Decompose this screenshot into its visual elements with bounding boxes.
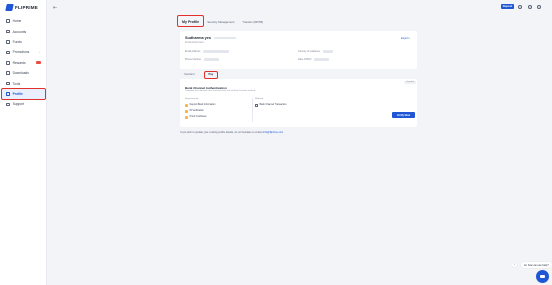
- requirement-label: Deposit Bank Information: [189, 104, 216, 107]
- sidebar-item-label: Accounts: [12, 29, 27, 34]
- sidebar-item-label: Profile: [12, 91, 23, 96]
- methods-heading: Methods: [255, 98, 264, 100]
- support-email-link[interactable]: info@fliprime.com: [263, 131, 283, 134]
- home-icon: [6, 19, 10, 23]
- redacted-dob: [314, 58, 330, 61]
- logo-text: FLIPRIME: [15, 5, 39, 10]
- sidebar-item-accounts[interactable]: Accounts: [2, 26, 45, 36]
- requirement-label: Proof of Address: [189, 116, 207, 119]
- gift-icon: [6, 50, 10, 55]
- sidebar-item-support[interactable]: Support: [2, 99, 45, 109]
- deposit-button[interactable]: Deposit: [501, 4, 514, 9]
- tools-icon: [6, 81, 10, 86]
- sidebar-item-label: Home: [12, 19, 22, 24]
- top-bar: Deposit: [47, 0, 552, 14]
- account-type: Personal Account: [185, 41, 204, 44]
- phone-field: Phone Number: [185, 58, 220, 61]
- column-divider: [252, 98, 253, 122]
- subtab-standard[interactable]: Standard: [180, 72, 199, 78]
- sidebar-item-promotions[interactable]: Promotions ›: [2, 47, 45, 57]
- sidebar-item-profile[interactable]: Profile: [1, 87, 46, 101]
- redacted-email: [203, 50, 230, 53]
- chat-close-icon[interactable]: ×: [512, 262, 517, 267]
- bank-icon: [255, 104, 258, 107]
- tab-transfer[interactable]: Transfer (IBT/IB): [238, 16, 267, 26]
- logo-mark-icon: [5, 4, 14, 11]
- pending-status-icon: [185, 116, 188, 119]
- sidebar-item-label: Tools: [12, 81, 21, 86]
- redacted-phone: [204, 58, 220, 61]
- account-avatar-icon[interactable]: [537, 5, 541, 9]
- sidebar-item-label: Promotions: [12, 50, 30, 55]
- dob-field: Date of Birth: [298, 58, 330, 61]
- dob-label: Date of Birth: [298, 58, 312, 61]
- country-field: Country of residence: [298, 50, 334, 53]
- trophy-icon: [6, 60, 10, 65]
- sidebar-item-label: Rewards: [12, 60, 26, 65]
- method-item: Bank Channel Transaction: [255, 104, 287, 107]
- sidebar-item-funds[interactable]: Funds: [2, 37, 45, 47]
- logo[interactable]: FLIPRIME: [5, 4, 39, 11]
- profile-name: Sudharma yes: [185, 36, 211, 40]
- tab-security-management[interactable]: Security Management: [203, 16, 238, 26]
- chat-bubble-icon: [540, 274, 545, 279]
- requirement-item: Proof of Address: [185, 116, 207, 119]
- requirements-heading: Requirements: [185, 98, 199, 100]
- requirement-item: Deposit Bank Information: [185, 104, 215, 107]
- sidebar-nav: Home Accounts Funds Promotions › Rewards…: [1, 15, 46, 110]
- sidebar-item-tools[interactable]: Tools: [2, 78, 45, 88]
- sidebar-item-label: Support: [12, 102, 25, 107]
- subtab-pay[interactable]: Pay: [203, 71, 219, 79]
- export-link[interactable]: Export ›: [401, 37, 410, 40]
- support-icon: [6, 102, 10, 107]
- panel-description: Complete the info/auth once and check th…: [185, 90, 256, 92]
- pending-status-icon: [185, 110, 188, 113]
- email-label: Email Address: [185, 50, 201, 53]
- accounts-icon: [6, 29, 10, 34]
- download-icon: [6, 71, 10, 75]
- profile-tabs: My Profile Security Management Transfer …: [176, 15, 267, 27]
- contact-footnote: If you wish to update your existing prof…: [180, 131, 283, 134]
- footnote-text: If you wish to update your existing prof…: [180, 131, 263, 134]
- profile-card: Sudharma yes Personal Account Export › E…: [180, 31, 417, 69]
- redacted-id: [213, 36, 236, 40]
- phone-label: Phone Number: [185, 58, 202, 61]
- sidebar-item-label: Funds: [12, 39, 22, 44]
- sidebar-item-home[interactable]: Home: [2, 16, 45, 26]
- chat-launcher-button[interactable]: [536, 270, 549, 283]
- sidebar: FLIPRIME Home Accounts Funds Promotions …: [0, 0, 47, 285]
- status-badge: Unverified: [404, 80, 416, 84]
- pending-status-icon: [185, 104, 188, 107]
- country-label: Country of residence: [298, 50, 321, 53]
- bank-authentication-panel: Unverified Bank Channel Authentication C…: [180, 79, 417, 127]
- chevron-right-icon: ›: [39, 50, 40, 55]
- sidebar-item-label: Downloads: [12, 71, 29, 76]
- funds-icon: [6, 40, 10, 44]
- sidebar-item-downloads[interactable]: Downloads: [2, 68, 45, 78]
- new-badge: [36, 61, 41, 65]
- requirement-item: ID Verification: [185, 110, 204, 113]
- method-label: Bank Channel Transaction: [259, 104, 287, 107]
- profile-name-row: Sudharma yes: [185, 36, 236, 40]
- notification-bell-icon[interactable]: [528, 5, 532, 9]
- email-field: Email Address: [185, 50, 230, 53]
- verify-now-button[interactable]: Verify Now: [392, 112, 415, 118]
- sidebar-item-rewards[interactable]: Rewards: [2, 58, 45, 68]
- chat-prompt[interactable]: Hi, how can we help?: [521, 262, 552, 268]
- tab-my-profile[interactable]: My Profile: [176, 15, 205, 27]
- requirement-label: ID Verification: [189, 110, 204, 113]
- user-icon: [6, 92, 10, 96]
- export-label: Export: [401, 37, 409, 40]
- verification-subtabs: Standard Pay: [180, 71, 219, 79]
- globe-icon[interactable]: [518, 5, 522, 9]
- redacted-country: [323, 50, 334, 53]
